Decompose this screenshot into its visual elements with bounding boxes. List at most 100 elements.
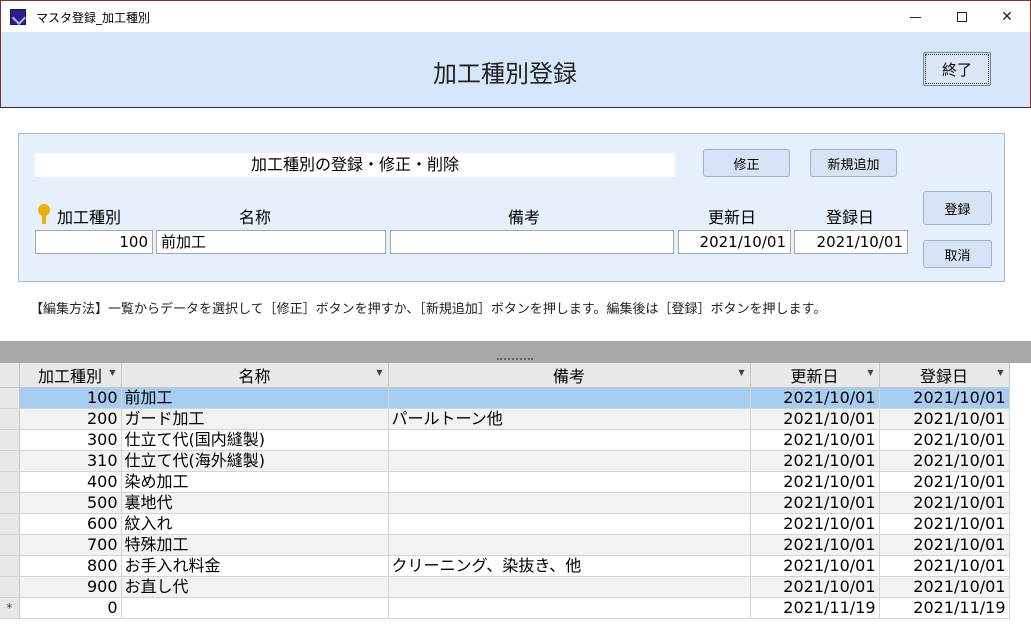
- table-row[interactable]: 900 お直し代 2021/10/01 2021/10/01: [0, 576, 1010, 598]
- cell-updated[interactable]: 2021/10/01: [750, 429, 880, 451]
- cell-registered[interactable]: 2021/10/01: [879, 492, 1010, 514]
- dropdown-arrow-icon[interactable]: ▼: [738, 368, 744, 377]
- close-button[interactable]: ✕: [984, 1, 1030, 33]
- maximize-button[interactable]: [939, 1, 985, 33]
- add-new-button[interactable]: 新規追加: [810, 149, 897, 177]
- cell-code[interactable]: 600: [19, 513, 122, 535]
- table-row[interactable]: 800 お手入れ料金 クリーニング、染抜き、他 2021/10/01 2021/…: [0, 555, 1010, 577]
- exit-button[interactable]: 終了: [923, 52, 991, 86]
- cell-updated[interactable]: 2021/10/01: [750, 471, 880, 493]
- row-selector[interactable]: [0, 408, 20, 430]
- cell-updated[interactable]: 2021/10/01: [750, 576, 880, 598]
- cell-registered[interactable]: 2021/10/01: [879, 408, 1010, 430]
- cell-note[interactable]: [388, 513, 751, 535]
- cell-note[interactable]: パールトーン他: [388, 408, 751, 430]
- cell-name[interactable]: 仕立て代(海外縫製): [121, 450, 389, 472]
- table-row[interactable]: 700 特殊加工 2021/10/01 2021/10/01: [0, 534, 1010, 556]
- cell-registered[interactable]: 2021/10/01: [879, 387, 1010, 409]
- new-record-row[interactable]: * 0 2021/11/19 2021/11/19: [0, 597, 1010, 619]
- column-header-code[interactable]: 加工種別 ▼: [19, 363, 122, 388]
- cell-updated[interactable]: 2021/10/01: [750, 408, 880, 430]
- cell-registered[interactable]: 2021/10/01: [879, 429, 1010, 451]
- cell-note[interactable]: [388, 450, 751, 472]
- registered-field[interactable]: 2021/10/01: [794, 230, 908, 254]
- cell-note[interactable]: [388, 576, 751, 598]
- row-selector[interactable]: [0, 555, 20, 577]
- column-header-name[interactable]: 名称 ▼: [121, 363, 389, 388]
- cell-note[interactable]: [388, 429, 751, 451]
- table-row[interactable]: 100 前加工 2021/10/01 2021/10/01: [0, 387, 1010, 409]
- cell-registered[interactable]: 2021/10/01: [879, 534, 1010, 556]
- cell-code[interactable]: 300: [19, 429, 122, 451]
- register-button[interactable]: 登録: [923, 191, 992, 225]
- cell-updated[interactable]: 2021/10/01: [750, 555, 880, 577]
- cell-code[interactable]: 800: [19, 555, 122, 577]
- row-selector[interactable]: [0, 429, 20, 451]
- table-row[interactable]: 300 仕立て代(国内縫製) 2021/10/01 2021/10/01: [0, 429, 1010, 451]
- cell-code[interactable]: 0: [19, 597, 122, 619]
- edit-button[interactable]: 修正: [703, 149, 790, 177]
- cell-updated[interactable]: 2021/10/01: [750, 534, 880, 556]
- cell-name[interactable]: 特殊加工: [121, 534, 389, 556]
- cell-note[interactable]: [388, 471, 751, 493]
- row-selector[interactable]: [0, 387, 20, 409]
- cell-name[interactable]: 染め加工: [121, 471, 389, 493]
- cell-updated[interactable]: 2021/10/01: [750, 492, 880, 514]
- cell-code[interactable]: 200: [19, 408, 122, 430]
- column-header-registered[interactable]: 登録日 ▼: [879, 363, 1010, 388]
- row-selector[interactable]: [0, 576, 20, 598]
- cell-name[interactable]: 裏地代: [121, 492, 389, 514]
- cell-name[interactable]: 紋入れ: [121, 513, 389, 535]
- cell-note[interactable]: [388, 597, 751, 619]
- cell-registered[interactable]: 2021/10/01: [879, 513, 1010, 535]
- table-row[interactable]: 200 ガード加工 パールトーン他 2021/10/01 2021/10/01: [0, 408, 1010, 430]
- updated-field[interactable]: 2021/10/01: [678, 230, 791, 254]
- cell-note[interactable]: クリーニング、染抜き、他: [388, 555, 751, 577]
- cell-name[interactable]: お直し代: [121, 576, 389, 598]
- cell-registered[interactable]: 2021/11/19: [879, 597, 1010, 619]
- cell-registered[interactable]: 2021/10/01: [879, 576, 1010, 598]
- code-field[interactable]: 100: [35, 230, 153, 254]
- dropdown-arrow-icon[interactable]: ▼: [109, 368, 115, 377]
- cell-note[interactable]: [388, 534, 751, 556]
- cell-code[interactable]: 500: [19, 492, 122, 514]
- splitter-bar[interactable]: [0, 341, 1031, 363]
- note-field[interactable]: [390, 230, 674, 254]
- cell-updated[interactable]: 2021/10/01: [750, 387, 880, 409]
- minimize-button[interactable]: [892, 1, 938, 33]
- column-header-note[interactable]: 備考 ▼: [388, 363, 751, 388]
- dropdown-arrow-icon[interactable]: ▼: [997, 368, 1003, 377]
- cell-code[interactable]: 310: [19, 450, 122, 472]
- splitter-grip-icon[interactable]: [497, 358, 533, 360]
- dropdown-arrow-icon[interactable]: ▼: [867, 368, 873, 377]
- row-selector[interactable]: [0, 513, 20, 535]
- cell-code[interactable]: 100: [19, 387, 122, 409]
- cell-name[interactable]: 仕立て代(国内縫製): [121, 429, 389, 451]
- cell-name[interactable]: 前加工: [121, 387, 389, 409]
- table-row[interactable]: 600 紋入れ 2021/10/01 2021/10/01: [0, 513, 1010, 535]
- cell-code[interactable]: 900: [19, 576, 122, 598]
- cell-note[interactable]: [388, 387, 751, 409]
- table-row[interactable]: 310 仕立て代(海外縫製) 2021/10/01 2021/10/01: [0, 450, 1010, 472]
- column-header-updated[interactable]: 更新日 ▼: [750, 363, 880, 388]
- name-field[interactable]: 前加工: [156, 230, 386, 254]
- dropdown-arrow-icon[interactable]: ▼: [376, 368, 382, 377]
- cell-name[interactable]: [121, 597, 389, 619]
- cancel-button[interactable]: 取消: [923, 240, 992, 268]
- row-selector[interactable]: [0, 450, 20, 472]
- cell-note[interactable]: [388, 492, 751, 514]
- cell-updated[interactable]: 2021/10/01: [750, 513, 880, 535]
- row-selector[interactable]: [0, 492, 20, 514]
- cell-name[interactable]: お手入れ料金: [121, 555, 389, 577]
- cell-code[interactable]: 400: [19, 471, 122, 493]
- row-selector[interactable]: [0, 471, 20, 493]
- new-record-marker[interactable]: *: [0, 597, 20, 619]
- cell-updated[interactable]: 2021/11/19: [750, 597, 880, 619]
- cell-registered[interactable]: 2021/10/01: [879, 555, 1010, 577]
- cell-code[interactable]: 700: [19, 534, 122, 556]
- row-selector[interactable]: [0, 534, 20, 556]
- cell-name[interactable]: ガード加工: [121, 408, 389, 430]
- cell-updated[interactable]: 2021/10/01: [750, 450, 880, 472]
- select-all-corner[interactable]: [0, 363, 20, 388]
- cell-registered[interactable]: 2021/10/01: [879, 471, 1010, 493]
